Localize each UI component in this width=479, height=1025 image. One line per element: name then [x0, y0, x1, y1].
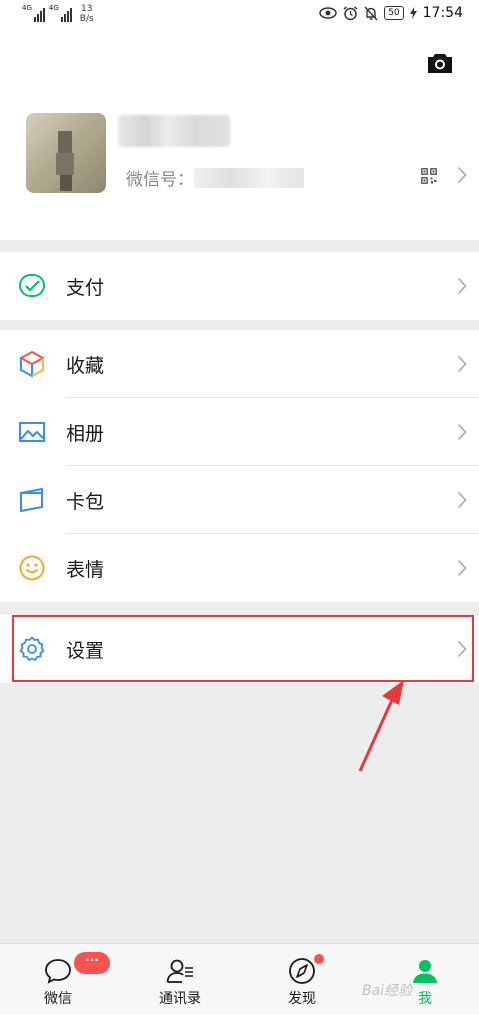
chevron-right-icon [457, 559, 467, 577]
network-speed: 13 B/s [79, 4, 94, 24]
eye-icon [319, 7, 337, 19]
menu-item-album[interactable]: 相册 [0, 398, 479, 466]
menu-item-cards[interactable]: 卡包 [0, 466, 479, 534]
chevron-right-icon [457, 423, 467, 441]
signal-icon: 4G [49, 4, 72, 22]
network-type-2: 4G [48, 4, 59, 12]
new-dot-badge [314, 954, 324, 964]
pay-group: 支付 [0, 252, 479, 320]
battery-icon: 50 [384, 6, 404, 20]
qr-code-icon[interactable] [421, 168, 437, 184]
charging-icon [409, 7, 417, 19]
chevron-right-icon [457, 640, 467, 658]
avatar[interactable] [26, 113, 106, 193]
network-indicators: 4G 4G 13 B/s [22, 4, 94, 24]
card-wallet-icon [20, 487, 43, 513]
profile-header[interactable]: 微信号： [0, 30, 479, 240]
chevron-right-icon [457, 491, 467, 509]
annotation-arrow-icon [358, 680, 404, 772]
chevron-right-icon [457, 277, 467, 295]
album-icon [19, 422, 45, 442]
menu-item-stickers[interactable]: 表情 [0, 534, 479, 602]
bottom-strip [0, 1015, 479, 1025]
tab-label-discover: 发现 [288, 991, 316, 1007]
menu-label-stickers: 表情 [66, 558, 105, 581]
wechat-id-label: 微信号： [126, 170, 194, 190]
smiley-icon [19, 555, 45, 581]
menu-label-cards: 卡包 [66, 490, 105, 513]
chevron-right-icon [457, 355, 467, 373]
tab-contacts[interactable]: 通讯录 [130, 944, 230, 1016]
menu-item-settings[interactable]: 设置 [0, 615, 479, 683]
favorites-cube-icon [18, 350, 46, 378]
network-type-1: 4G [22, 4, 32, 12]
status-bar: 4G 4G 13 B/s 50 17:54 [0, 0, 479, 30]
camera-icon[interactable] [427, 52, 453, 74]
menu-label-settings: 设置 [66, 639, 105, 662]
clock: 17:54 [422, 5, 463, 21]
status-icons: 50 17:54 [319, 5, 463, 21]
tab-chats[interactable]: ··· 微信 [8, 944, 110, 1016]
pay-icon [19, 274, 45, 297]
menu-item-pay[interactable]: 支付 [0, 252, 479, 320]
chat-icon [45, 959, 71, 984]
alarm-icon [343, 5, 358, 20]
unread-badge: ··· [74, 952, 110, 974]
menu-label-pay: 支付 [66, 276, 105, 299]
me-icon [413, 960, 437, 983]
contacts-icon [166, 959, 193, 983]
mute-bell-icon [364, 6, 378, 20]
menu-item-favorites[interactable]: 收藏 [0, 330, 479, 398]
gear-icon [19, 636, 45, 661]
watermark: Bai经验 [362, 983, 413, 999]
tab-label-contacts: 通讯录 [159, 991, 201, 1007]
tools-group: 收藏 相册 卡包 表情 [0, 330, 479, 602]
tab-label-chats: 微信 [44, 991, 72, 1007]
signal-icon: 4G [22, 4, 45, 22]
compass-icon [289, 958, 315, 984]
menu-label-album: 相册 [66, 422, 105, 445]
settings-group: 设置 [0, 615, 479, 683]
tab-discover[interactable]: 发现 [252, 944, 352, 1016]
wechat-id-redacted [194, 168, 304, 188]
menu-label-favorites: 收藏 [66, 354, 105, 377]
nickname-redacted [118, 115, 230, 147]
chevron-right-icon [457, 166, 467, 184]
